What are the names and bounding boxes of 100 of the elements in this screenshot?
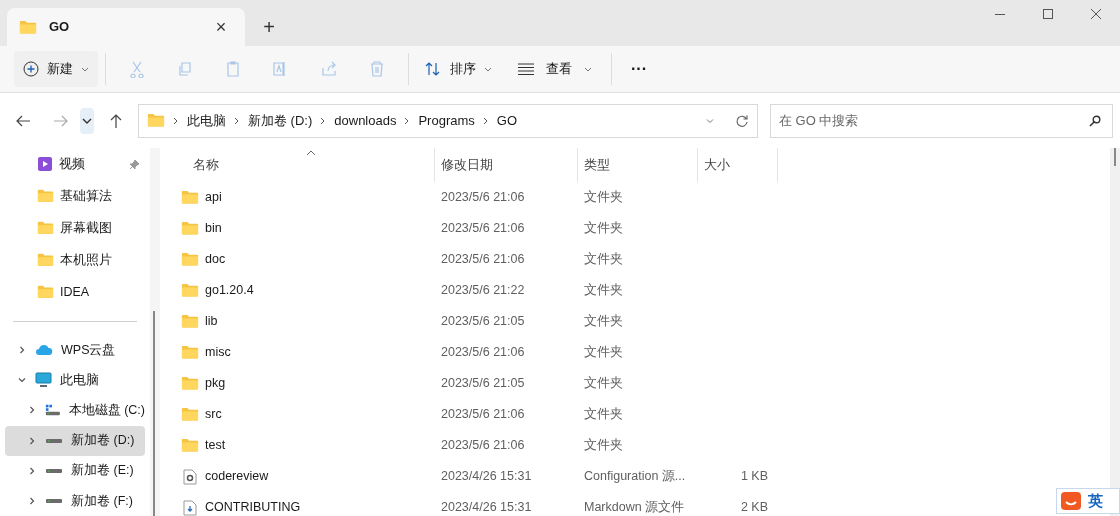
- file-name: go1.20.4: [205, 282, 254, 300]
- chevron-right-icon[interactable]: [27, 435, 37, 446]
- modified-date: 2023/4/26 15:31: [440, 468, 533, 486]
- file-row[interactable]: test 2023/5/6 21:06 文件夹: [173, 430, 778, 461]
- quick-access-item[interactable]: 基础算法: [0, 180, 150, 212]
- modified-date: 2023/5/6 21:06: [440, 437, 526, 455]
- share-icon: [320, 60, 338, 78]
- caret-icon: [584, 65, 592, 73]
- quick-access-label: 屏幕截图: [60, 219, 113, 237]
- quick-access-item[interactable]: 屏幕截图: [0, 212, 150, 244]
- breadcrumb-separator-icon: [173, 116, 179, 125]
- folder-icon: [37, 285, 54, 299]
- close-icon[interactable]: [1091, 9, 1101, 19]
- file-type: 文件夹: [583, 375, 624, 393]
- file-row[interactable]: CONTRIBUTING 2023/4/26 15:31 Markdown 源文件 2 KB: [173, 492, 778, 516]
- file-row[interactable]: lib 2023/5/6 21:05 文件夹: [173, 306, 778, 337]
- file-name: doc: [205, 251, 226, 269]
- monitor-icon: [35, 372, 52, 389]
- modified-date: 2023/5/6 21:06: [440, 406, 526, 424]
- quick-access-label: IDEA: [60, 283, 91, 301]
- quick-access-label: 视频: [59, 155, 86, 173]
- copy-icon: [176, 60, 194, 78]
- address-bar[interactable]: 此电脑 新加卷 (D:) downloads Programs GO: [138, 103, 758, 138]
- file-row[interactable]: pkg 2023/5/6 21:05 文件夹: [173, 368, 778, 399]
- ime-logo-icon: [1060, 490, 1082, 512]
- tree-item[interactable]: 新加卷 (F:): [5, 485, 145, 516]
- breadcrumb-item[interactable]: 新加卷 (D:): [248, 110, 313, 131]
- breadcrumb-item[interactable]: GO: [496, 110, 518, 131]
- recent-locations-button[interactable]: [80, 107, 94, 134]
- file-type: 文件夹: [583, 251, 624, 269]
- sort-icon: [424, 61, 442, 77]
- file-row[interactable]: go1.20.4 2023/5/6 21:22 文件夹: [173, 275, 778, 306]
- file-row[interactable]: bin 2023/5/6 21:06 文件夹: [173, 213, 778, 244]
- window-tab[interactable]: GO ×: [7, 8, 245, 46]
- cloud-icon: [35, 344, 53, 357]
- quick-access-item[interactable]: IDEA: [0, 276, 150, 308]
- folder-icon: [181, 221, 199, 236]
- tab-title: GO: [49, 18, 71, 37]
- pin-icon[interactable]: [129, 158, 140, 170]
- folder-icon: [181, 438, 199, 453]
- column-header[interactable]: 类型: [578, 148, 698, 182]
- caret-icon: [484, 65, 492, 73]
- column-header[interactable]: 修改日期: [435, 148, 578, 182]
- file-row[interactable]: src 2023/5/6 21:06 文件夹: [173, 399, 778, 430]
- quick-access-item[interactable]: 本机照片: [0, 244, 150, 276]
- folder-icon: [37, 253, 54, 267]
- file-type: Configuration 源...: [583, 468, 687, 486]
- column-header[interactable]: 名称: [173, 148, 435, 182]
- tree-item[interactable]: 本地磁盘 (C:): [5, 395, 145, 426]
- column-header[interactable]: 大小: [698, 148, 778, 182]
- breadcrumb-item[interactable]: Programs: [418, 110, 475, 131]
- more-button[interactable]: ···: [619, 51, 659, 87]
- minimize-icon[interactable]: [995, 14, 1005, 16]
- file-size: 2 KB: [740, 499, 768, 516]
- chevron-down-icon: [82, 116, 92, 125]
- search-field[interactable]: 在 GO 中搜索: [770, 103, 1113, 138]
- file-name: lib: [205, 313, 218, 331]
- file-type: 文件夹: [583, 406, 624, 424]
- folder-icon: [19, 19, 37, 35]
- modified-date: 2023/5/6 21:05: [440, 313, 526, 331]
- file-type: Markdown 源文件: [583, 499, 686, 516]
- file-name: codereview: [205, 468, 269, 486]
- sort-button[interactable]: 排序: [416, 51, 500, 87]
- new-tab-button[interactable]: +: [245, 8, 293, 46]
- file-type: 文件夹: [583, 189, 624, 207]
- refresh-icon[interactable]: [735, 113, 749, 128]
- maximize-icon[interactable]: [1043, 9, 1053, 19]
- tree-item[interactable]: 此电脑: [5, 365, 145, 396]
- file-row[interactable]: codereview 2023/4/26 15:31 Configuration 源... 1 KB: [173, 461, 778, 492]
- file-row[interactable]: api 2023/5/6 21:06 文件夹: [173, 182, 778, 213]
- file-name: CONTRIBUTING: [205, 499, 301, 516]
- chevron-right-icon[interactable]: [27, 465, 37, 476]
- close-tab-button[interactable]: ×: [209, 13, 233, 41]
- chevron-right-icon[interactable]: [27, 405, 37, 416]
- file-type: 文件夹: [583, 313, 624, 331]
- breadcrumb-separator-icon: [320, 116, 327, 125]
- chevron-right-icon[interactable]: [27, 495, 37, 506]
- breadcrumb-item[interactable]: downloads: [334, 110, 397, 131]
- file-row[interactable]: doc 2023/5/6 21:06 文件夹: [173, 244, 778, 275]
- file-type: 文件夹: [583, 437, 624, 455]
- search-icon: [1089, 114, 1101, 127]
- tree-item[interactable]: WPS云盘: [5, 335, 145, 366]
- paste-icon: [224, 60, 242, 78]
- scrollbar-thumb[interactable]: [153, 311, 155, 516]
- quick-access-item[interactable]: 视频: [0, 148, 150, 180]
- new-button[interactable]: 新建: [14, 51, 98, 87]
- scrollbar-thumb[interactable]: [1114, 148, 1116, 166]
- tree-item[interactable]: 新加卷 (D:): [5, 425, 145, 456]
- chevron-right-icon[interactable]: [17, 345, 27, 356]
- modified-date: 2023/5/6 21:05: [440, 375, 526, 393]
- file-type: 文件夹: [583, 282, 624, 300]
- ime-toolbar[interactable]: 英: [1056, 488, 1120, 514]
- file-name: misc: [205, 344, 231, 362]
- plus-circle-icon: [23, 61, 39, 77]
- view-button[interactable]: 查看: [506, 51, 604, 87]
- breadcrumb-item[interactable]: 此电脑: [187, 110, 226, 131]
- ime-mode: 英: [1088, 490, 1103, 511]
- modified-date: 2023/5/6 21:06: [440, 220, 526, 238]
- tree-item[interactable]: 新加卷 (E:): [5, 455, 145, 486]
- file-row[interactable]: misc 2023/5/6 21:06 文件夹: [173, 337, 778, 368]
